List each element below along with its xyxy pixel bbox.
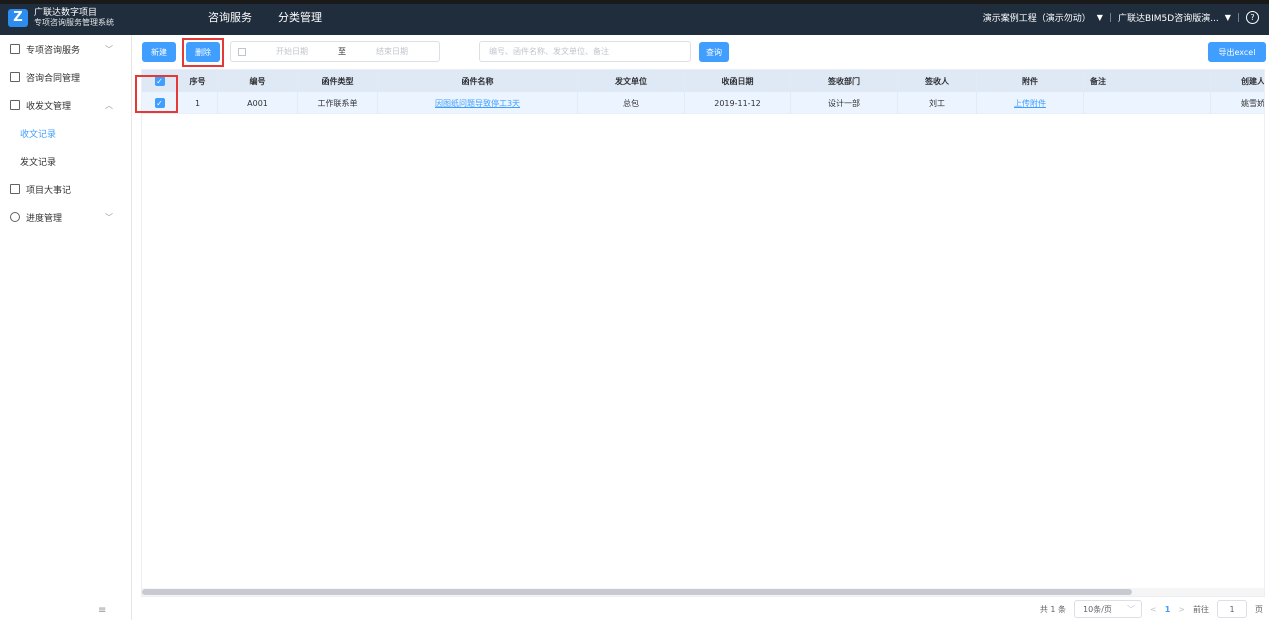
top-bar: Z 广联达数字项目 专项咨询服务管理系统 咨询服务 分类管理 演示案例工程（演示… — [0, 0, 1269, 35]
logo-icon: Z — [8, 8, 28, 27]
cell-unit: 总包 — [578, 92, 685, 114]
col-type: 函件类型 — [298, 70, 378, 92]
cell-type: 工作联系单 — [298, 92, 378, 114]
document-icon — [10, 44, 20, 54]
col-signer: 签收人 — [898, 70, 977, 92]
chevron-down-icon: ﹀ — [105, 44, 113, 54]
sidebar-item-project-events[interactable]: 项目大事记 — [0, 175, 131, 203]
calendar-icon — [238, 47, 246, 56]
logo-subtitle: 专项咨询服务管理系统 — [34, 17, 114, 27]
cell-note — [1084, 92, 1211, 114]
col-unit: 发文单位 — [578, 70, 685, 92]
cell-name: 因图纸问题导致停工3天 — [378, 92, 578, 114]
col-index: 序号 — [178, 70, 218, 92]
page-size-value: 10条/页 — [1083, 604, 1112, 614]
sidebar-item-document-management[interactable]: 收发文管理 ︿ — [0, 91, 131, 119]
divider: | — [1236, 12, 1240, 23]
sidebar-item-label: 项目大事记 — [26, 185, 72, 196]
company-selector[interactable]: 广联达BIM5D咨询版演... — [1118, 11, 1219, 24]
caret-down-icon[interactable]: ▼ — [1225, 13, 1231, 22]
sidebar: 专项咨询服务 ﹀ 咨询合同管理 收发文管理 ︿ 收文记录 发文记录 项目大事记 … — [0, 35, 132, 620]
mail-icon — [10, 100, 20, 110]
col-code: 编号 — [218, 70, 298, 92]
col-name: 函件名称 — [378, 70, 578, 92]
next-page-button[interactable]: > — [1178, 605, 1185, 614]
top-right-controls: 演示案例工程（演示勿动） ▼ | 广联达BIM5D咨询版演... ▼ | ? — [983, 0, 1259, 35]
chevron-down-icon: ﹀ — [1127, 604, 1136, 614]
prev-page-button[interactable]: < — [1150, 605, 1157, 614]
checkbox-highlight — [135, 75, 178, 113]
main-content: 新建 删除 开始日期 至 结束日期 编号、函件名称、发文单位、备注 查询 导出e… — [132, 35, 1269, 620]
total-count: 共 1 条 — [1039, 604, 1067, 614]
logo-title: 广联达数字项目 — [34, 7, 98, 18]
cell-index: 1 — [178, 92, 218, 114]
cell-dept: 设计一部 — [791, 92, 898, 114]
date-range-picker[interactable]: 开始日期 至 结束日期 — [230, 41, 440, 62]
new-button[interactable]: 新建 — [142, 42, 176, 62]
upload-attachment-link[interactable]: 上传附件 — [1014, 98, 1046, 109]
table-header: ✓ 序号 编号 函件类型 函件名称 发文单位 收函日期 签收部门 签收人 附件 … — [142, 70, 1264, 92]
sidebar-item-label: 收发文管理 — [26, 101, 72, 112]
col-attachment: 附件 — [977, 70, 1084, 92]
collapse-menu-icon[interactable]: ≡ — [98, 605, 106, 616]
sidebar-item-label: 专项咨询服务 — [26, 45, 81, 56]
cell-code: A001 — [218, 92, 298, 114]
toolbar: 新建 删除 开始日期 至 结束日期 编号、函件名称、发文单位、备注 查询 导出e… — [132, 35, 1269, 69]
page-size-select[interactable]: 10条/页 ﹀ — [1074, 600, 1143, 618]
col-creator: 创建人 — [1211, 70, 1264, 92]
col-date: 收函日期 — [685, 70, 791, 92]
chevron-up-icon: ︿ — [105, 100, 113, 110]
records-table: ✓ 序号 编号 函件类型 函件名称 发文单位 收函日期 签收部门 签收人 附件 … — [141, 69, 1265, 597]
delete-button-highlight — [182, 38, 224, 67]
end-date-input[interactable]: 结束日期 — [376, 46, 408, 57]
goto-page-input[interactable]: 1 — [1217, 600, 1247, 618]
divider: | — [1108, 12, 1112, 23]
goto-label: 前往 — [1193, 604, 1209, 614]
letter-name-link[interactable]: 因图纸问题导致停工3天 — [435, 98, 520, 109]
query-button[interactable]: 查询 — [699, 42, 729, 62]
cell-date: 2019-11-12 — [685, 92, 791, 114]
logo-text: 广联达数字项目 专项咨询服务管理系统 — [34, 8, 114, 28]
sidebar-item-contract-management[interactable]: 咨询合同管理 — [0, 63, 131, 91]
table-row[interactable]: ✓ 1 A001 工作联系单 因图纸问题导致停工3天 总包 2019-11-12… — [142, 92, 1264, 114]
start-date-input[interactable]: 开始日期 — [276, 46, 308, 57]
sidebar-item-progress-management[interactable]: 进度管理 ﹀ — [0, 203, 131, 231]
cell-signer: 刘工 — [898, 92, 977, 114]
main-nav: 咨询服务 分类管理 — [195, 0, 335, 35]
sidebar-subitem-received-records[interactable]: 收文记录 — [0, 119, 131, 147]
cell-attachment: 上传附件 — [977, 92, 1084, 114]
page-unit-label: 页 — [1255, 604, 1263, 614]
caret-down-icon[interactable]: ▼ — [1097, 13, 1103, 22]
horizontal-scrollbar[interactable] — [142, 588, 1264, 596]
contract-icon — [10, 72, 20, 82]
pagination: 共 1 条 10条/页 ﹀ < 1 > 前往 1 页 — [1040, 600, 1263, 618]
col-note: 备注 — [1084, 70, 1211, 92]
logo[interactable]: Z 广联达数字项目 专项咨询服务管理系统 — [0, 0, 140, 35]
cell-creator: 姚雪娇 — [1211, 92, 1264, 114]
nav-category-management[interactable]: 分类管理 — [265, 0, 335, 35]
export-excel-button[interactable]: 导出excel — [1208, 42, 1266, 62]
search-input[interactable]: 编号、函件名称、发文单位、备注 — [479, 41, 691, 62]
nav-consulting-service[interactable]: 咨询服务 — [195, 0, 265, 35]
page-number-current[interactable]: 1 — [1165, 605, 1171, 614]
project-selector[interactable]: 演示案例工程（演示勿动） — [983, 11, 1091, 24]
date-range-separator: 至 — [338, 47, 346, 56]
col-dept: 签收部门 — [791, 70, 898, 92]
scrollbar-thumb[interactable] — [142, 589, 1132, 595]
help-icon[interactable]: ? — [1246, 11, 1259, 24]
notes-icon — [10, 184, 20, 194]
sidebar-item-label: 咨询合同管理 — [26, 73, 81, 84]
clock-icon — [10, 212, 20, 222]
sidebar-item-label: 进度管理 — [26, 213, 63, 224]
sidebar-subitem-sent-records[interactable]: 发文记录 — [0, 147, 131, 175]
chevron-down-icon: ﹀ — [105, 212, 113, 222]
sidebar-item-special-consulting[interactable]: 专项咨询服务 ﹀ — [0, 35, 131, 63]
